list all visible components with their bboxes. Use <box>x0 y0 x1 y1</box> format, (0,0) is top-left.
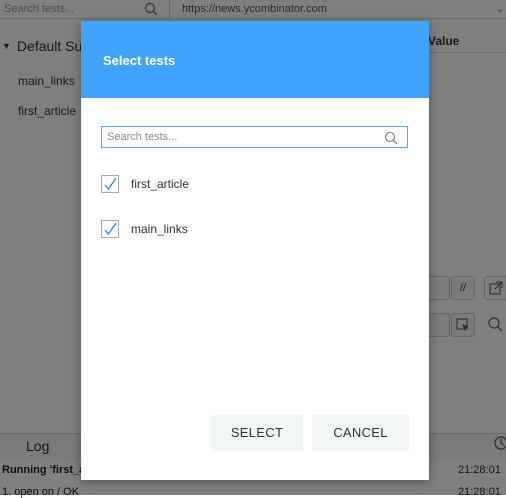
checkmark-icon <box>104 222 117 236</box>
test-search-box[interactable] <box>101 126 408 148</box>
checkmark-icon <box>104 177 117 191</box>
test-option-label: first_article <box>131 177 190 191</box>
dialog-header: Select tests <box>81 21 429 98</box>
cancel-button[interactable]: CANCEL <box>312 415 409 451</box>
test-search-input[interactable] <box>107 127 377 147</box>
test-checkbox[interactable] <box>101 175 119 193</box>
test-option-label: main_links <box>131 222 188 236</box>
search-icon <box>384 131 398 150</box>
select-tests-dialog: Select tests first_article main_links SE… <box>81 21 429 480</box>
dialog-title: Select tests <box>103 53 176 68</box>
test-checkbox[interactable] <box>101 220 119 238</box>
select-button[interactable]: SELECT <box>211 415 303 451</box>
